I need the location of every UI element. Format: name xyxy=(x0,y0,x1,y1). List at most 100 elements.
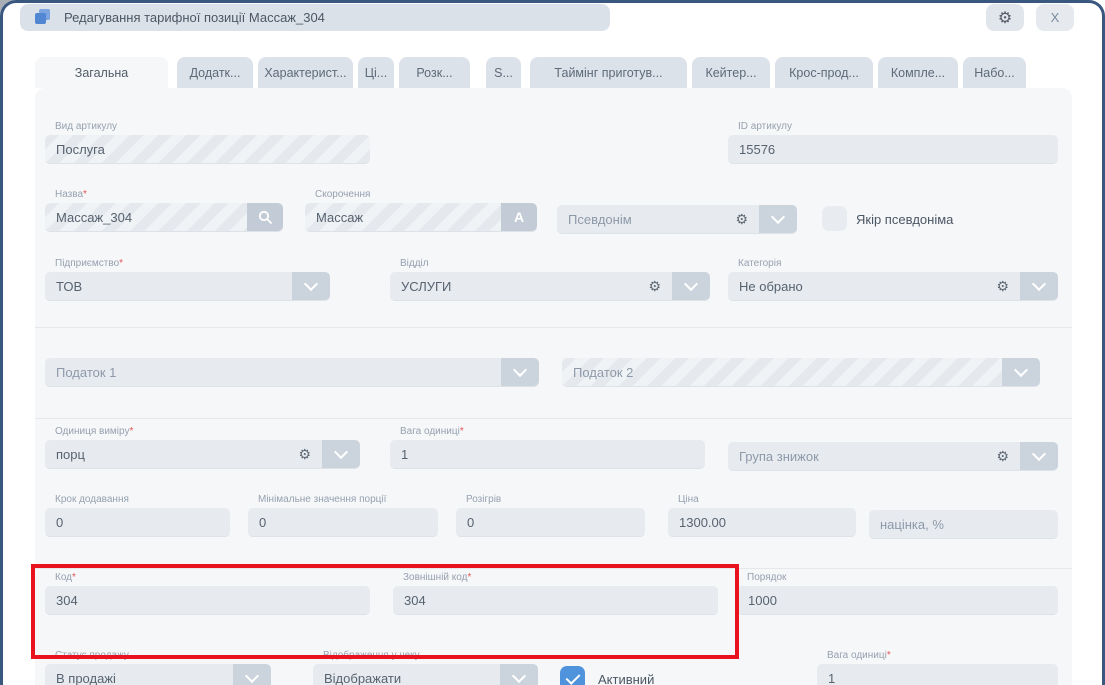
field-enterprise: Підприємство* ТОВ xyxy=(45,258,330,300)
field-value: 304 xyxy=(404,593,426,608)
article-id-input[interactable]: 15576 xyxy=(728,135,1058,163)
gear-icon[interactable]: ⚙ xyxy=(648,279,661,293)
add-step-input[interactable]: 0 xyxy=(45,508,230,536)
min-portion-input[interactable]: 0 xyxy=(248,508,438,536)
field-label: Відображення у чеку xyxy=(323,650,420,661)
required-asterisk: * xyxy=(467,572,471,583)
edit-tariff-position-window: Редагування тарифної позиції Массаж_304 … xyxy=(0,0,1105,685)
chevron-down-icon xyxy=(1014,363,1028,377)
field-receipt-display: Відображення у чеку Відображати xyxy=(313,650,538,685)
field-label: Категорія xyxy=(738,258,781,269)
tab-prices[interactable]: Ці... xyxy=(358,57,394,88)
field-add-step: Крок додавання 0 xyxy=(45,494,230,536)
short-name-font-button[interactable]: A xyxy=(501,203,537,231)
tab-sets[interactable]: Набо... xyxy=(963,57,1026,88)
field-unit: Одиниця виміру* порц ⚙ xyxy=(45,426,360,468)
field-value: Відображати xyxy=(324,671,401,685)
unit-select[interactable]: порц ⚙ xyxy=(45,440,360,468)
unit-dropdown-button[interactable] xyxy=(322,440,360,468)
pseudonym-dropdown-button[interactable] xyxy=(759,205,797,233)
tax2-select[interactable]: Податок 2 xyxy=(562,358,1040,386)
anchor-pseudonym-label: Якір псевдоніма xyxy=(856,212,953,227)
receipt-display-dropdown-button[interactable] xyxy=(500,664,538,685)
gear-icon[interactable]: ⚙ xyxy=(996,279,1009,293)
receipt-display-select[interactable]: Відображати xyxy=(313,664,538,685)
enterprise-select[interactable]: ТОВ xyxy=(45,272,330,300)
markup-input[interactable]: націнка, % xyxy=(869,510,1058,538)
window-close-button[interactable]: X xyxy=(1036,4,1074,31)
tax1-dropdown-button[interactable] xyxy=(501,358,539,386)
enterprise-dropdown-button[interactable] xyxy=(292,272,330,300)
required-asterisk: * xyxy=(129,426,133,437)
field-value: 1 xyxy=(828,671,835,685)
field-category: Категорія Не обрано ⚙ xyxy=(728,258,1058,300)
field-label: Відділ xyxy=(400,258,429,269)
tab-s[interactable]: S... xyxy=(486,57,521,88)
field-value: 15576 xyxy=(739,142,775,157)
unit-weight-input[interactable]: 1 xyxy=(390,440,705,468)
field-value: 304 xyxy=(56,593,78,608)
field-value: 0 xyxy=(259,515,266,530)
field-label: Розігрів xyxy=(466,494,501,505)
pseudonym-select[interactable]: Псевдонім ⚙ xyxy=(557,205,797,233)
tab-catering[interactable]: Кейтер... xyxy=(692,57,770,88)
field-sort-order: Порядок 1000 xyxy=(737,572,1058,614)
discount-group-select[interactable]: Група знижок ⚙ xyxy=(728,442,1058,470)
document-copy-icon xyxy=(35,9,52,26)
field-label: Ціна xyxy=(678,494,699,505)
short-name-input[interactable]: Массаж A xyxy=(305,203,537,231)
code-input[interactable]: 304 xyxy=(45,586,370,614)
chevron-down-icon xyxy=(513,363,527,377)
tab-cooking-timing[interactable]: Таймінг приготув... xyxy=(530,57,687,88)
field-label: ID артикулу xyxy=(738,121,792,132)
active-checkbox[interactable] xyxy=(560,666,585,685)
department-select[interactable]: УСЛУГИ ⚙ xyxy=(390,272,710,300)
sale-status-select[interactable]: В продажі xyxy=(45,664,271,685)
warming-input[interactable]: 0 xyxy=(456,508,645,536)
gear-icon[interactable]: ⚙ xyxy=(996,449,1009,463)
window-title-bar[interactable]: Редагування тарифної позиції Массаж_304 xyxy=(20,4,610,31)
field-placeholder: Група знижок xyxy=(739,449,819,464)
tab-complex[interactable]: Компле... xyxy=(878,57,958,88)
field-warming: Розігрів 0 xyxy=(456,494,645,536)
chevron-down-icon xyxy=(245,669,259,683)
tab-schedule[interactable]: Розк... xyxy=(399,57,470,88)
sale-status-dropdown-button[interactable] xyxy=(233,664,271,685)
tab-additional[interactable]: Додатк... xyxy=(177,57,253,88)
field-tax2: Податок 2 xyxy=(562,358,1040,386)
discount-group-dropdown-button[interactable] xyxy=(1020,442,1058,470)
department-dropdown-button[interactable] xyxy=(672,272,710,300)
category-select[interactable]: Не обрано ⚙ xyxy=(728,272,1058,300)
chevron-down-icon xyxy=(334,445,348,459)
window-settings-button[interactable]: ⚙ xyxy=(986,4,1024,31)
name-input[interactable]: Массаж_304 xyxy=(45,203,283,231)
tab-characteristics[interactable]: Характерист... xyxy=(258,57,353,88)
unit-weight-bottom-input[interactable]: 1 xyxy=(817,664,1058,685)
field-value: Послуга xyxy=(56,142,105,157)
chevron-down-icon xyxy=(684,277,698,291)
field-placeholder: Податок 2 xyxy=(573,365,633,380)
field-price: Ціна 1300.00 xyxy=(668,494,856,536)
sort-order-input[interactable]: 1000 xyxy=(737,586,1058,614)
category-dropdown-button[interactable] xyxy=(1020,272,1058,300)
required-asterisk: * xyxy=(460,426,464,437)
field-value: 0 xyxy=(56,515,63,530)
tax1-select[interactable]: Податок 1 xyxy=(45,358,539,386)
section-divider xyxy=(35,568,1072,569)
tab-general[interactable]: Загальна xyxy=(35,57,168,88)
gear-icon[interactable]: ⚙ xyxy=(298,447,311,461)
anchor-pseudonym-checkbox[interactable] xyxy=(822,206,847,231)
tax2-dropdown-button[interactable] xyxy=(1002,358,1040,386)
gear-icon[interactable]: ⚙ xyxy=(735,212,748,226)
letter-a-icon: A xyxy=(514,209,524,225)
price-input[interactable]: 1300.00 xyxy=(668,508,856,536)
name-search-button[interactable] xyxy=(247,203,283,231)
field-label: Одиниця виміру xyxy=(55,426,129,437)
field-external-code: Зовнішній код* 304 xyxy=(393,572,718,614)
chevron-down-icon xyxy=(512,669,526,683)
tab-cross-sale[interactable]: Крос-прод... xyxy=(775,57,873,88)
article-type-input[interactable]: Послуга xyxy=(45,135,370,163)
field-value: 0 xyxy=(467,515,474,530)
field-value: Массаж_304 xyxy=(56,210,132,225)
external-code-input[interactable]: 304 xyxy=(393,586,718,614)
